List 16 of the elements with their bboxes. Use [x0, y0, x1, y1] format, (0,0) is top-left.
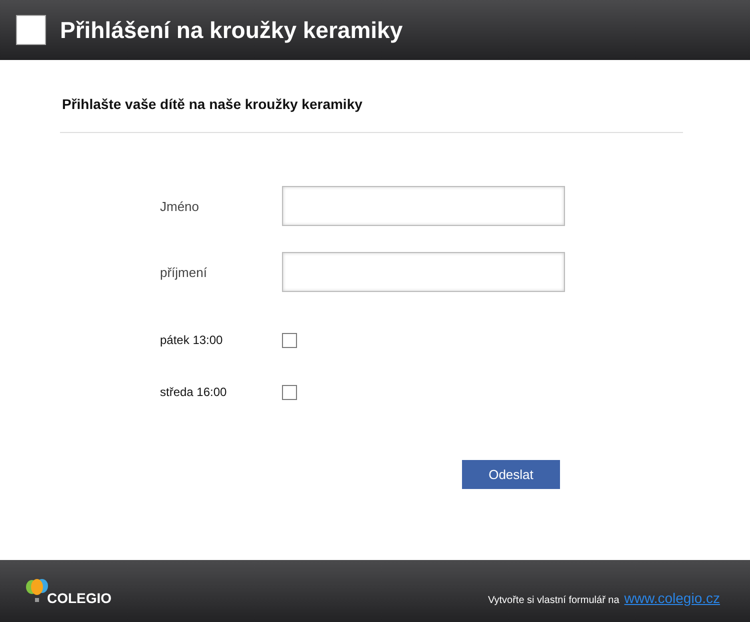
- field-label: středa 16:00: [160, 385, 228, 399]
- field-label: příjmení: [160, 264, 208, 280]
- balloon-logo-icon: [25, 578, 49, 604]
- field-label: pátek 13:00: [160, 333, 224, 347]
- checkbox[interactable]: [282, 332, 297, 348]
- brand-name: COLEGIO: [47, 590, 112, 606]
- logo-square: [16, 15, 46, 45]
- checkbox[interactable]: [282, 384, 297, 400]
- footer-note: Vytvořte si vlastní formulář na: [488, 595, 620, 606]
- form-heading: Přihlašte vaše dítě na naše kroužky keramiky: [60, 96, 683, 133]
- page-title: Přihlášení na kroužky keramiky: [60, 16, 403, 44]
- input-field[interactable]: [282, 252, 565, 292]
- submit-button[interactable]: Odeslat: [462, 460, 560, 489]
- website-link[interactable]: www.colegio.cz: [624, 590, 720, 606]
- input-field[interactable]: [282, 186, 565, 226]
- field-label: Jméno: [160, 198, 200, 214]
